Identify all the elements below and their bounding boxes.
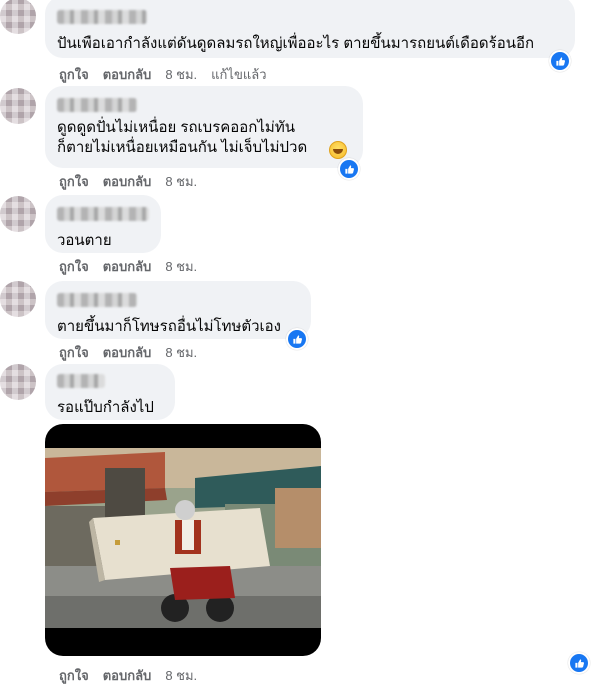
commenter-name[interactable] [57,374,105,388]
avatar[interactable] [0,0,36,34]
comment-text: ก็ตายไม่เหนื่อยเหมือนกัน ไม่เจ็บไม่ปวด [57,139,308,156]
comment-bubble: ตายขึ้นมาก็โทษรถอื่นไม่โทษตัวเอง [45,281,311,339]
comment-bubble: ปันเพือเอากำลังแต่ดันดูดลมรถใหญ่เพื่ออะไ… [45,0,575,58]
reply-button[interactable]: ตอบกลับ [103,67,152,82]
comment-actions: ถูกใจ ตอบกลับ 8 ชม. [59,665,211,686]
comment-bubble: วอนตาย [45,195,161,253]
like-reaction-icon[interactable] [568,652,590,674]
comment-text: ดูดดูดปั่นไม่เหนื่อย รถเบรคออกไม่ทัน [57,119,295,136]
attached-video[interactable] [45,424,321,656]
timestamp[interactable]: 8 ชม. [165,345,197,360]
reply-button[interactable]: ตอบกลับ [103,174,152,189]
avatar[interactable] [0,281,36,317]
like-reaction-icon[interactable] [549,50,571,72]
like-reaction-icon[interactable] [286,328,308,350]
commenter-name[interactable] [57,293,137,307]
like-reaction-icon[interactable] [338,158,360,180]
laughing-emoji-icon [329,141,347,159]
comment-text: รอแป๊บกำลังไป [57,399,154,416]
comment-text: วอนตาย [57,232,112,249]
like-button[interactable]: ถูกใจ [59,668,89,683]
comment-bubble: รอแป๊บกำลังไป [45,364,175,420]
timestamp[interactable]: 8 ชม. [165,668,197,683]
edited-label[interactable]: แก้ไขแล้ว [211,67,266,82]
comment-bubble: ดูดดูดปั่นไม่เหนื่อย รถเบรคออกไม่ทัน ก็ต… [45,86,363,168]
comment-actions: ถูกใจ ตอบกลับ 8 ชม. [59,171,211,192]
avatar[interactable] [0,364,36,400]
like-button[interactable]: ถูกใจ [59,259,89,274]
reply-button[interactable]: ตอบกลับ [103,668,152,683]
like-button[interactable]: ถูกใจ [59,345,89,360]
comment-text: ปันเพือเอากำลังแต่ดันดูดลมรถใหญ่เพื่ออะไ… [57,35,535,52]
video-frame-image [45,448,321,628]
commenter-name[interactable] [57,207,149,221]
timestamp[interactable]: 8 ชม. [165,259,197,274]
timestamp[interactable]: 8 ชม. [165,67,197,82]
timestamp[interactable]: 8 ชม. [165,174,197,189]
comment-actions: ถูกใจ ตอบกลับ 8 ชม. แก้ไขแล้ว [59,64,281,85]
commenter-name[interactable] [57,98,137,112]
like-button[interactable]: ถูกใจ [59,67,89,82]
avatar[interactable] [0,196,36,232]
like-button[interactable]: ถูกใจ [59,174,89,189]
reply-button[interactable]: ตอบกลับ [103,345,152,360]
comment-text: ตายขึ้นมาก็โทษรถอื่นไม่โทษตัวเอง [57,318,281,335]
commenter-name[interactable] [57,10,147,24]
avatar[interactable] [0,88,36,124]
reply-button[interactable]: ตอบกลับ [103,259,152,274]
comment-actions: ถูกใจ ตอบกลับ 8 ชม. [59,342,211,363]
comment-actions: ถูกใจ ตอบกลับ 8 ชม. [59,256,211,277]
